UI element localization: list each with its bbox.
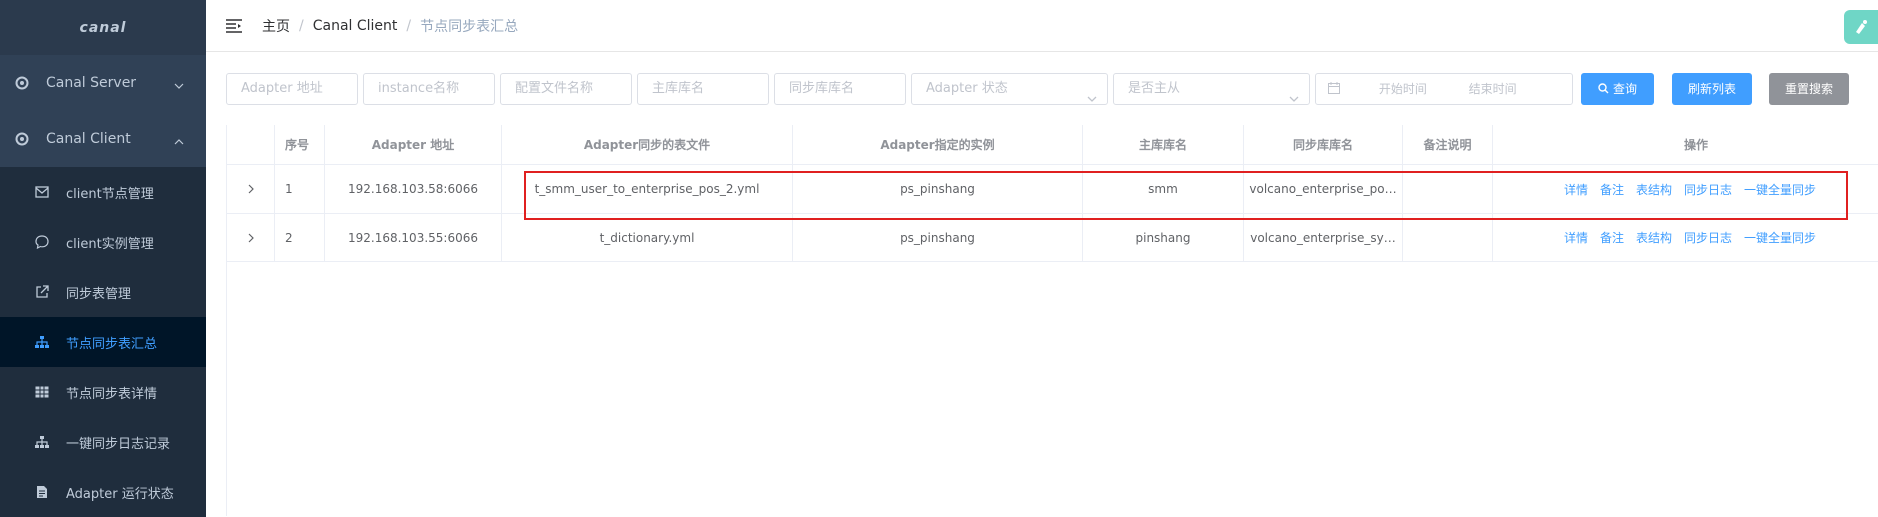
table-file: t_dictionary.yml	[502, 214, 793, 261]
row-index: 1	[275, 165, 325, 213]
document-icon	[34, 484, 50, 500]
menu-label: Canal Server	[46, 75, 137, 91]
sync-db: volcano_enterprise_sy…	[1244, 214, 1403, 261]
table-header: 序号 Adapter 地址 Adapter同步的表文件 Adapter指定的实例…	[227, 125, 1878, 165]
gear-icon	[14, 131, 30, 147]
expand-chevron-icon[interactable]	[227, 214, 275, 261]
chevron-down-icon	[1289, 84, 1299, 114]
select-placeholder: 是否主从	[1128, 81, 1181, 96]
row-actions: 详情 备注 表结构 同步日志 一键全量同步	[1493, 214, 1878, 261]
sync-db-input[interactable]: 同步库库名	[774, 73, 906, 105]
sidebar-item-node-sync-detail[interactable]: 节点同步表详情	[0, 367, 206, 417]
config-file-input[interactable]: 配置文件名称	[500, 73, 632, 105]
instance: ps_pinshang	[793, 214, 1083, 261]
end-time-placeholder[interactable]: 结束时间	[1450, 74, 1536, 104]
sidebar-item-label: client实例管理	[66, 236, 154, 252]
breadcrumb-separator: /	[299, 17, 304, 34]
column-header: Adapter指定的实例	[793, 125, 1083, 164]
sidebar-item-client-instance[interactable]: client实例管理	[0, 217, 206, 267]
column-header: 备注说明	[1403, 125, 1493, 164]
sidebar-item-label: 一键同步日志记录	[66, 436, 171, 452]
expand-column	[227, 125, 275, 164]
column-header: 主库库名	[1083, 125, 1244, 164]
sidebar-item-sync-table[interactable]: 同步表管理	[0, 267, 206, 317]
adapter-address: 192.168.103.58:6066	[325, 165, 502, 213]
sidebar-item-label: client节点管理	[66, 186, 154, 202]
detail-link[interactable]: 详情	[1564, 229, 1588, 246]
hierarchy-icon	[34, 434, 50, 450]
app-logo: canal	[0, 0, 206, 55]
column-header: Adapter 地址	[325, 125, 502, 164]
full-sync-link[interactable]: 一键全量同步	[1744, 229, 1816, 246]
remark	[1403, 214, 1493, 261]
remark-link[interactable]: 备注	[1600, 229, 1624, 246]
external-link-icon	[34, 284, 50, 300]
column-header: 同步库库名	[1244, 125, 1403, 164]
hamburger-icon[interactable]	[224, 16, 244, 36]
expand-chevron-icon[interactable]	[227, 165, 275, 213]
select-placeholder: Adapter 状态	[926, 81, 1008, 96]
sidebar-item-sync-log[interactable]: 一键同步日志记录	[0, 417, 206, 467]
menu-label: Canal Client	[46, 131, 131, 147]
adapter-address: 192.168.103.55:6066	[325, 214, 502, 261]
sidebar-item-label: 节点同步表汇总	[66, 336, 158, 352]
start-time-placeholder[interactable]: 开始时间	[1360, 74, 1446, 104]
main-db-input[interactable]: 主库库名	[637, 73, 769, 105]
hierarchy-icon	[34, 334, 50, 350]
breadcrumb-current: 节点同步表汇总	[420, 18, 519, 35]
adapter-status-select[interactable]: Adapter 状态	[911, 73, 1108, 105]
sidebar-item-node-sync-summary[interactable]: 节点同步表汇总	[0, 317, 206, 367]
breadcrumb-home[interactable]: 主页	[262, 16, 290, 36]
gear-icon	[14, 75, 30, 91]
main-content: 主页 / Canal Client / 节点同步表汇总 Adapter 地址 i…	[206, 0, 1878, 516]
query-button[interactable]: 查询	[1581, 73, 1654, 105]
breadcrumb-separator: /	[406, 17, 412, 34]
sidebar-item-adapter-status[interactable]: Adapter 运行状态	[0, 467, 206, 517]
chat-icon	[34, 234, 50, 250]
highlight-annotation-box	[524, 171, 1848, 220]
sidebar-item-client-node[interactable]: client节点管理	[0, 167, 206, 217]
chevron-down-icon	[1087, 84, 1097, 114]
chevron-up-icon	[174, 133, 184, 149]
refresh-list-button[interactable]: 刷新列表	[1672, 73, 1752, 105]
sidebar-item-label: 同步表管理	[66, 286, 132, 302]
avatar[interactable]	[1844, 10, 1878, 44]
column-header: 序号	[275, 125, 325, 164]
sidebar: canal Canal Server Canal Client client节点…	[0, 0, 206, 517]
reset-search-button[interactable]: 重置搜索	[1769, 73, 1849, 105]
sync-log-link[interactable]: 同步日志	[1684, 229, 1732, 246]
calendar-icon	[1328, 75, 1340, 105]
column-header: 操作	[1683, 138, 1708, 152]
adapter-address-input[interactable]: Adapter 地址	[226, 73, 358, 105]
grid-icon	[34, 384, 50, 400]
date-range-picker[interactable]: 开始时间 结束时间	[1315, 73, 1573, 105]
breadcrumb-canal-client[interactable]: Canal Client	[313, 18, 398, 34]
column-header: Adapter同步的表文件	[502, 125, 793, 164]
master-slave-select[interactable]: 是否主从	[1113, 73, 1310, 105]
navbar: 主页 / Canal Client / 节点同步表汇总	[206, 0, 1878, 52]
table-row: 2 192.168.103.55:6066 t_dictionary.yml p…	[227, 214, 1878, 262]
main-db: pinshang	[1083, 214, 1244, 261]
envelope-icon	[34, 184, 50, 200]
table-structure-link[interactable]: 表结构	[1636, 229, 1672, 246]
search-icon	[1598, 74, 1609, 106]
row-index: 2	[275, 214, 325, 261]
instance-name-input[interactable]: instance名称	[363, 73, 495, 105]
chevron-down-icon	[174, 77, 184, 93]
sidebar-item-label: Adapter 运行状态	[66, 486, 174, 502]
menu-canal-server[interactable]: Canal Server	[0, 55, 206, 111]
menu-canal-client[interactable]: Canal Client	[0, 111, 206, 167]
query-label: 查询	[1612, 82, 1637, 96]
sidebar-item-label: 节点同步表详情	[66, 386, 158, 402]
